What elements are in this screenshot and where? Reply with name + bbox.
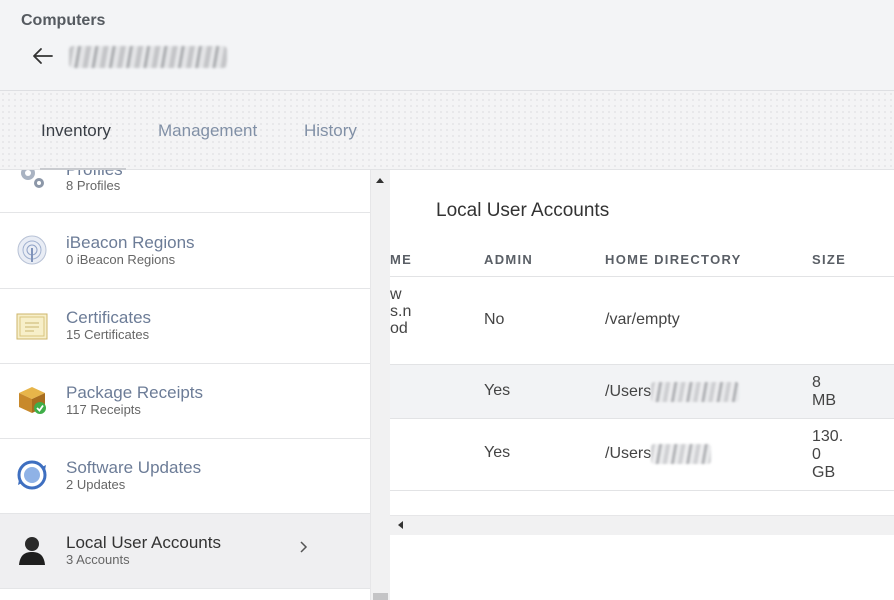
sidebar-item-count: 15 Certificates (66, 327, 150, 342)
certificate-icon (16, 313, 48, 340)
sidebar-item-count: 3 Accounts (66, 552, 130, 567)
tab-management[interactable]: Management (158, 121, 257, 141)
sidebar-item-profiles[interactable]: Profiles 8 Profiles (0, 170, 370, 213)
table-row[interactable]: Yes /Users 8 MB (390, 365, 894, 419)
account-name-line: od (390, 320, 408, 337)
column-header-admin[interactable]: ADMIN (484, 252, 533, 267)
account-name-line: s.n (390, 303, 412, 320)
sidebar-item-count: 2 Updates (66, 477, 126, 492)
sidebar-item-count: 8 Profiles (66, 178, 121, 193)
software-update-icon (17, 460, 47, 490)
sidebar-item-label: Package Receipts (66, 383, 204, 402)
scroll-up-arrow-icon[interactable] (376, 178, 384, 183)
panel-title: Local User Accounts (436, 200, 610, 221)
table-row[interactable]: w s.n od No /var/empty (390, 277, 894, 365)
device-name-redacted (69, 46, 227, 68)
sidebar-item-count: 0 iBeacon Regions (66, 252, 176, 267)
home-directory-value: /Users (605, 383, 652, 401)
sidebar-item-software-updates[interactable]: Software Updates 2 Updates (0, 439, 370, 514)
inventory-sidebar: Profiles 8 Profiles iBeacon Regions 0 iB… (0, 170, 370, 600)
table-horizontal-scrollbar[interactable] (390, 515, 894, 535)
sidebar-item-ibeacon-regions[interactable]: iBeacon Regions 0 iBeacon Regions (0, 214, 370, 289)
sidebar-item-label: Certificates (66, 308, 152, 327)
sidebar-item-label: iBeacon Regions (66, 233, 195, 252)
size-value: 130. 0 GB (812, 428, 844, 481)
arrow-left-icon[interactable] (31, 42, 55, 70)
size-value: 8 MB (812, 374, 836, 409)
sidebar-item-label: Software Updates (66, 458, 202, 477)
local-user-accounts-panel: Local User Accounts ME ADMIN HOME DIRECT… (390, 170, 894, 600)
sidebar-scrollbar[interactable] (370, 170, 390, 600)
home-directory-cell: /Users (605, 444, 712, 464)
home-directory-value: /var/empty (605, 311, 680, 328)
page-header: Computers (0, 0, 894, 91)
sidebar-item-package-receipts[interactable]: Package Receipts 117 Receipts (0, 364, 370, 439)
admin-value: Yes (484, 382, 511, 399)
package-icon (19, 387, 46, 414)
scroll-left-arrow-icon[interactable] (398, 521, 403, 529)
sidebar-item-certificates[interactable]: Certificates 15 Certificates (0, 289, 370, 364)
user-icon (19, 537, 45, 565)
tab-history[interactable]: History (304, 121, 357, 141)
sidebar-item-count: 117 Receipts (66, 402, 141, 417)
column-header-name[interactable]: ME (390, 252, 412, 267)
table-row[interactable]: Yes /Users 130. 0 GB (390, 419, 894, 491)
username-redacted (651, 382, 740, 402)
home-directory-cell: /Users (605, 382, 740, 402)
account-name-line: w (390, 286, 402, 303)
gears-icon (21, 170, 44, 188)
column-header-size[interactable]: SIZE (812, 252, 846, 267)
tab-inventory[interactable]: Inventory (40, 121, 126, 170)
breadcrumb[interactable]: Computers (21, 12, 105, 30)
admin-value: No (484, 311, 505, 328)
username-redacted (651, 444, 712, 464)
column-header-home-directory[interactable]: HOME DIRECTORY (605, 252, 742, 267)
ibeacon-icon (17, 235, 47, 265)
tab-bar: Inventory Management History (0, 91, 894, 170)
sidebar-item-label: Local User Accounts (66, 533, 221, 552)
home-directory-value: /Users (605, 445, 652, 463)
admin-value: Yes (484, 444, 511, 461)
sidebar-item-local-user-accounts[interactable]: Local User Accounts 3 Accounts (0, 514, 370, 589)
chevron-right-icon (300, 541, 308, 553)
scrollbar-thumb[interactable] (373, 593, 388, 600)
